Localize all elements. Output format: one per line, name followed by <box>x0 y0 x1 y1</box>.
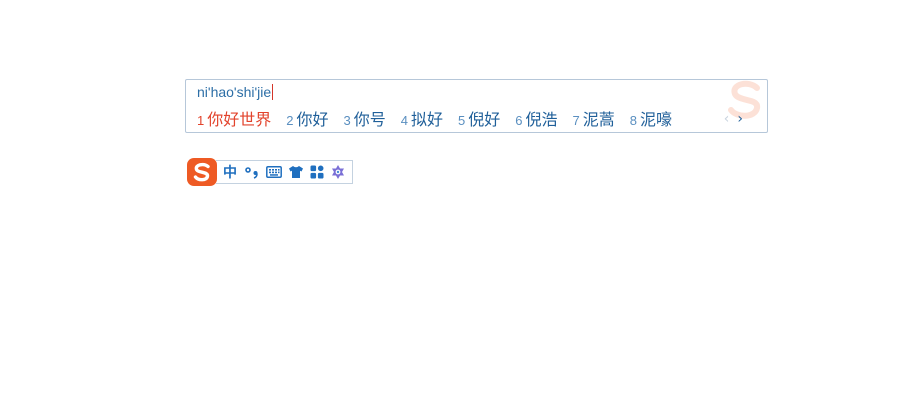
candidate-8[interactable]: 8 泥嚎 <box>630 106 672 130</box>
keyboard-icon <box>266 166 282 178</box>
composition-string[interactable]: ni'hao'shi'jie <box>197 83 274 101</box>
next-page-button[interactable]: › <box>737 112 743 126</box>
candidate-text: 倪浩 <box>525 110 558 129</box>
settings-button[interactable] <box>330 163 346 181</box>
candidate-text: 倪好 <box>468 110 501 129</box>
punctuation-toggle[interactable] <box>244 163 260 181</box>
candidate-number: 1 <box>197 113 205 128</box>
candidate-1[interactable]: 1 你好世界 <box>197 106 271 130</box>
candidate-text: 你好世界 <box>207 110 272 129</box>
punctuation-icon <box>245 167 258 179</box>
candidate-text: 泥蒿 <box>582 110 615 129</box>
candidate-number: 8 <box>629 113 637 128</box>
skin-button[interactable] <box>288 163 304 181</box>
candidate-text: 拟好 <box>410 110 443 129</box>
prev-page-button[interactable]: ‹ <box>724 112 730 126</box>
sogou-logo-icon[interactable] <box>186 157 218 187</box>
candidate-number: 2 <box>286 113 294 128</box>
toolbox-icon <box>310 165 324 179</box>
toolbox-button[interactable] <box>310 163 324 181</box>
candidate-pager: ‹ › <box>724 112 743 126</box>
candidate-5[interactable]: 5 倪好 <box>458 106 500 130</box>
composition-text: ni'hao'shi'jie <box>197 84 272 100</box>
status-toolbar: 中 <box>216 160 353 184</box>
skin-icon <box>289 166 303 178</box>
candidate-4[interactable]: 4 拟好 <box>401 106 443 130</box>
ime-status-bar: 中 <box>186 158 353 186</box>
candidate-text: 你好 <box>296 110 329 129</box>
candidate-2[interactable]: 2 你好 <box>286 106 328 130</box>
candidate-7[interactable]: 7 泥蒿 <box>573 106 615 130</box>
settings-icon <box>332 165 344 179</box>
chinese-mode-toggle[interactable]: 中 <box>222 163 238 181</box>
candidate-list: 1 你好世界 2 你好 3 你号 4 拟好 5 倪好 6 倪浩 7 泥蒿 8 泥 <box>197 106 687 130</box>
candidate-text: 你号 <box>353 110 386 129</box>
candidate-6[interactable]: 6 倪浩 <box>515 106 557 130</box>
candidate-number: 3 <box>343 113 351 128</box>
candidate-number: 4 <box>400 113 408 128</box>
candidate-text: 泥嚎 <box>639 110 672 129</box>
candidate-number: 7 <box>572 113 580 128</box>
ime-candidate-window: ni'hao'shi'jie 1 你好世界 2 你好 3 你号 4 拟好 5 倪… <box>185 79 768 133</box>
candidate-number: 5 <box>458 113 466 128</box>
text-caret <box>272 84 274 100</box>
candidate-3[interactable]: 3 你号 <box>344 106 386 130</box>
soft-keyboard-button[interactable] <box>266 163 282 181</box>
candidate-number: 6 <box>515 113 523 128</box>
